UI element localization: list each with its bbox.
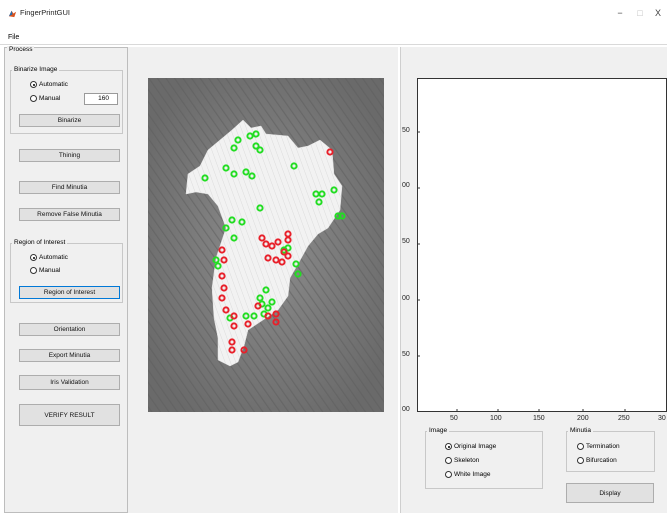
original-image-radio[interactable] xyxy=(445,443,452,450)
roi-manual-radio[interactable] xyxy=(30,267,37,274)
verify-result-button[interactable]: VERIFY RESULT xyxy=(19,404,120,426)
skeleton-label: Skeleton xyxy=(454,457,480,464)
y-tick-label: 50 xyxy=(402,127,410,134)
white-image-label: White Image xyxy=(454,471,491,478)
threshold-input[interactable]: 160 xyxy=(84,93,118,105)
bifurcation-label: Bifurcation xyxy=(586,457,617,464)
skeleton-radio[interactable] xyxy=(445,457,452,464)
minutia-group-label: Minutia xyxy=(568,427,593,435)
x-tick-label: 100 xyxy=(490,415,502,422)
y-tick-label: 50 xyxy=(402,238,410,245)
binarize-automatic-label: Automatic xyxy=(39,81,68,88)
window-title: FingerPrintGUI xyxy=(20,8,71,17)
minutia-group xyxy=(566,431,655,472)
x-tick-label: 50 xyxy=(450,415,458,422)
x-tick-label: 150 xyxy=(533,415,545,422)
roi-manual-label: Manual xyxy=(39,267,61,274)
x-tick-label: 250 xyxy=(618,415,630,422)
find-minutia-button[interactable]: Find Minutia xyxy=(19,181,120,194)
roi-automatic-label: Automatic xyxy=(39,254,68,261)
iris-validation-button[interactable]: Iris Validation xyxy=(19,375,120,390)
binarize-automatic-radio[interactable] xyxy=(30,81,37,88)
minimize-button[interactable]: − xyxy=(611,6,629,20)
thining-button[interactable]: Thining xyxy=(19,149,120,162)
menu-file[interactable]: File xyxy=(8,34,19,41)
binarize-manual-radio[interactable] xyxy=(30,95,37,102)
roi-automatic-radio[interactable] xyxy=(30,254,37,261)
close-button[interactable]: X xyxy=(649,6,667,20)
original-image-label: Original Image xyxy=(454,443,497,450)
remove-false-minutia-button[interactable]: Remove False Minutia xyxy=(19,208,120,221)
export-minutia-button[interactable]: Export Minutia xyxy=(19,349,120,362)
title-bar: FingerPrintGUI − □ X xyxy=(0,0,667,32)
menu-bar: File xyxy=(0,33,667,45)
image-group xyxy=(425,431,543,489)
bifurcation-radio[interactable] xyxy=(577,457,584,464)
process-panel-label: Process xyxy=(7,46,35,54)
y-tick-label: 00 xyxy=(402,295,410,302)
orientation-button[interactable]: Orientation xyxy=(19,323,120,336)
matlab-app-icon xyxy=(8,10,17,18)
termination-label: Termination xyxy=(586,443,620,450)
y-tick-label: 50 xyxy=(402,351,410,358)
x-tick-label: 200 xyxy=(577,415,589,422)
region-of-interest-button[interactable]: Region of Interest xyxy=(19,286,120,299)
x-tick-label: 30 xyxy=(658,415,666,422)
display-button[interactable]: Display xyxy=(566,483,654,503)
white-image-radio[interactable] xyxy=(445,471,452,478)
binarize-button[interactable]: Binarize xyxy=(19,114,120,127)
termination-radio[interactable] xyxy=(577,443,584,450)
image-group-label: Image xyxy=(427,427,450,435)
maximize-button[interactable]: □ xyxy=(631,6,649,20)
y-tick-label: 00 xyxy=(402,406,410,413)
y-tick-label: 00 xyxy=(402,182,410,189)
fingerprint-image xyxy=(148,78,384,412)
roi-group-label: Region of Interest xyxy=(12,239,68,247)
binarize-group-label: Binarize Image xyxy=(12,66,60,74)
binarize-manual-label: Manual xyxy=(39,95,61,102)
axis-ticks xyxy=(417,131,626,412)
